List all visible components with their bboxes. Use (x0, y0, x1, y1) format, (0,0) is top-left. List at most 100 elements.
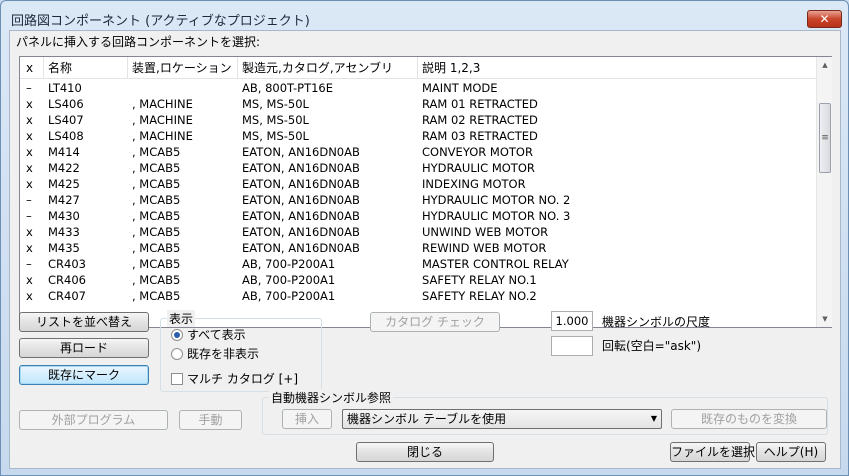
catalog-check-button[interactable]: カタログ チェック (370, 312, 500, 332)
show-all-radio[interactable]: すべて表示 (171, 327, 246, 343)
table-row[interactable]: x M414 , MCAB5 EATON, AN16DN0AB CONVEYOR MOT… (20, 144, 816, 160)
scroll-down-icon[interactable]: ▼ (817, 311, 833, 327)
row-name: CR407 (48, 289, 86, 303)
multi-catalog-checkbox[interactable]: マルチ カタログ [+] (171, 371, 298, 387)
column-header-description[interactable]: 説明 1,2,3 (418, 57, 798, 79)
row-catalog: AB, 700-P200A1 (242, 289, 336, 303)
column-header-x[interactable]: x (20, 57, 44, 79)
row-location: , MACHINE (132, 129, 193, 143)
row-mark: x (26, 177, 33, 191)
select-prompt: パネルに挿入する回路コンポーネントを選択: (16, 35, 261, 49)
table-row[interactable]: x M433 , MCAB5 EATON, AN16DN0AB UNWIND WEB M… (20, 224, 816, 240)
external-program-button[interactable]: 外部プログラム (19, 410, 168, 430)
list-rows: – LT410 AB, 800T-PT16E MAINT MODE x LS406 , MA… (20, 80, 816, 327)
convert-existing-button[interactable]: 既存のものを変換 (671, 409, 827, 429)
row-mark: x (26, 225, 33, 239)
row-name: M414 (48, 145, 80, 159)
table-row[interactable]: x CR406 , MCAB5 AB, 700-P200A1 SAFETY RELAY … (20, 272, 816, 288)
rotation-input[interactable] (551, 336, 593, 356)
manual-button[interactable]: 手動 (179, 410, 242, 430)
radio-unselected-icon (171, 348, 183, 360)
row-catalog: MS, MS-50L (242, 97, 309, 111)
row-name: M425 (48, 177, 80, 191)
auto-symbol-group: 自動機器シンボル参照 挿入 機器シンボル テーブルを使用 ▼ 既存のものを変換 (262, 389, 828, 435)
row-description: RAM 01 RETRACTED (422, 97, 538, 111)
row-location: , MCAB5 (132, 145, 181, 159)
table-row[interactable]: – M427 , MCAB5 EATON, AN16DN0AB HYDRAULIC MO… (20, 192, 816, 208)
row-name: M435 (48, 241, 80, 255)
table-row[interactable]: x M425 , MCAB5 EATON, AN16DN0AB INDEXING MOT… (20, 176, 816, 192)
table-row[interactable]: – LT410 AB, 800T-PT16E MAINT MODE (20, 80, 816, 96)
insert-button[interactable]: 挿入 (282, 409, 332, 429)
column-header-location[interactable]: 装置,ロケーション (128, 57, 238, 79)
column-header-catalog[interactable]: 製造元,カタログ,アセンブリ (238, 57, 418, 79)
row-description: RAM 02 RETRACTED (422, 113, 538, 127)
table-row[interactable]: – CR403 , MCAB5 AB, 700-P200A1 MASTER CONTRO… (20, 256, 816, 272)
row-mark: x (26, 289, 33, 303)
row-mark: – (26, 193, 32, 207)
row-description: REWIND WEB MOTOR (422, 241, 547, 255)
row-catalog: AB, 700-P200A1 (242, 273, 336, 287)
row-catalog: EATON, AN16DN0AB (242, 225, 360, 239)
table-row[interactable]: x M435 , MCAB5 EATON, AN16DN0AB REWIND WEB M… (20, 240, 816, 256)
symbol-source-value: 機器シンボル テーブルを使用 (347, 412, 507, 426)
row-location: , MCAB5 (132, 177, 181, 191)
column-header-name[interactable]: 名称 (44, 57, 128, 79)
row-location: , MACHINE (132, 113, 193, 127)
row-location: , MCAB5 (132, 193, 181, 207)
row-name: CR403 (48, 257, 86, 271)
reload-button[interactable]: 再ロード (19, 338, 149, 358)
table-row[interactable]: x LS408 , MACHINE MS, MS-50L RAM 03 RETRACTE… (20, 128, 816, 144)
close-window-button[interactable]: ✕ (807, 10, 842, 28)
table-row[interactable]: x CR407 , MCAB5 AB, 700-P200A1 SAFETY RELAY … (20, 288, 816, 304)
display-group-label: 表示 (167, 310, 196, 327)
table-row[interactable]: x M422 , MCAB5 EATON, AN16DN0AB HYDRAULIC MO… (20, 160, 816, 176)
row-mark: x (26, 129, 33, 143)
row-mark: – (26, 81, 32, 95)
row-mark: x (26, 113, 33, 127)
help-button[interactable]: ヘルプ(H) (756, 442, 826, 462)
row-name: M422 (48, 161, 80, 175)
table-row[interactable]: x LS406 , MACHINE MS, MS-50L RAM 01 RETRACTE… (20, 96, 816, 112)
row-description: HYDRAULIC MOTOR (422, 161, 535, 175)
multi-catalog-label: マルチ カタログ [+] (187, 372, 299, 386)
sort-list-button[interactable]: リストを並べ替え (19, 312, 149, 332)
row-name: LS408 (48, 129, 84, 143)
scroll-up-icon[interactable]: ▲ (817, 57, 833, 73)
scale-label: 機器シンボルの尺度 (602, 315, 711, 329)
list-scrollbar[interactable]: ▲ ≡ ▼ (816, 57, 832, 327)
symbol-source-select[interactable]: 機器シンボル テーブルを使用 ▼ (342, 409, 662, 429)
scale-input[interactable]: 1.000 (551, 311, 593, 331)
row-location: , MCAB5 (132, 241, 181, 255)
row-name: LS406 (48, 97, 84, 111)
row-mark: x (26, 273, 33, 287)
rotation-label: 回転(空白="ask") (602, 339, 702, 353)
row-description: HYDRAULIC MOTOR NO. 3 (422, 209, 571, 223)
row-description: UNWIND WEB MOTOR (422, 225, 549, 239)
window-title: 回路図コンポーネント (アクティブなプロジェクト) (11, 14, 310, 29)
auto-symbol-group-label: 自動機器シンボル参照 (269, 389, 394, 406)
title-bar[interactable]: 回路図コンポーネント (アクティブなプロジェクト) ✕ (1, 1, 848, 31)
dialog-window: 回路図コンポーネント (アクティブなプロジェクト) ✕ パネルに挿入する回路コン… (0, 0, 849, 476)
close-button[interactable]: 閉じる (356, 442, 494, 462)
mark-existing-button[interactable]: 既存にマーク (19, 365, 149, 385)
hide-existing-radio[interactable]: 既存を非表示 (171, 346, 259, 362)
row-location: , MCAB5 (132, 273, 181, 287)
row-description: SAFETY RELAY NO.1 (422, 273, 537, 287)
row-catalog: EATON, AN16DN0AB (242, 241, 360, 255)
select-file-button[interactable]: ファイルを選択 (670, 442, 755, 462)
row-catalog: EATON, AN16DN0AB (242, 193, 360, 207)
dialog-client: パネルに挿入する回路コンポーネントを選択: x 名称 装置,ロケーション 製造元… (9, 30, 841, 469)
row-mark: – (26, 257, 32, 271)
row-catalog: MS, MS-50L (242, 113, 309, 127)
row-location: , MACHINE (132, 97, 193, 111)
row-name: M433 (48, 225, 80, 239)
component-list[interactable]: x 名称 装置,ロケーション 製造元,カタログ,アセンブリ 説明 1,2,3 –… (19, 56, 832, 328)
scroll-thumb[interactable]: ≡ (819, 103, 831, 173)
row-catalog: MS, MS-50L (242, 129, 309, 143)
row-description: CONVEYOR MOTOR (422, 145, 533, 159)
row-name: LS407 (48, 113, 84, 127)
table-row[interactable]: x LS407 , MACHINE MS, MS-50L RAM 02 RETRACTE… (20, 112, 816, 128)
table-row[interactable]: – M430 , MCAB5 EATON, AN16DN0AB HYDRAULIC MO… (20, 208, 816, 224)
row-location: , MCAB5 (132, 209, 181, 223)
